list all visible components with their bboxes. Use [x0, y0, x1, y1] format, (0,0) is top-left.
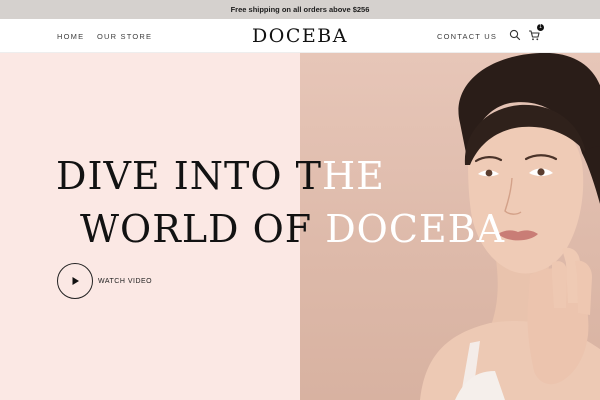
hero-section: DIVE INTO THE WORLD OF DOCEBA WATCH VIDE…	[0, 53, 600, 400]
search-icon	[509, 29, 521, 41]
headline-line-1-light: HE	[321, 154, 385, 198]
watch-video-label: WATCH VIDEO	[98, 277, 153, 285]
brand-logo[interactable]: DOCEBA	[252, 25, 348, 47]
nav-link-home[interactable]: HOME	[57, 19, 84, 53]
announcement-bar: Free shipping on all orders above $256	[0, 0, 600, 19]
cart-button[interactable]: 1	[526, 24, 544, 43]
headline-line-2-light: DOCEBA	[325, 207, 506, 251]
hero-headline-line-1: DIVE INTO THE	[56, 157, 385, 195]
search-button[interactable]	[507, 27, 523, 43]
watch-video-button[interactable]: WATCH VIDEO	[57, 263, 152, 299]
announcement-text: Free shipping on all orders above $256	[230, 5, 370, 14]
top-navigation: HOME OUR STORE DOCEBA CONTACT US 1	[0, 19, 600, 53]
play-button[interactable]	[57, 263, 93, 299]
cart-count-badge: 1	[537, 24, 544, 31]
nav-link-our-store[interactable]: OUR STORE	[97, 19, 152, 53]
headline-line-1-dark: DIVE INTO T	[56, 154, 322, 198]
nav-link-contact-us[interactable]: CONTACT US	[437, 19, 497, 53]
headline-line-2-dark: WORLD OF	[80, 207, 326, 251]
hero-headline-line-2: WORLD OF DOCEBA	[80, 210, 505, 248]
play-icon	[72, 277, 79, 285]
